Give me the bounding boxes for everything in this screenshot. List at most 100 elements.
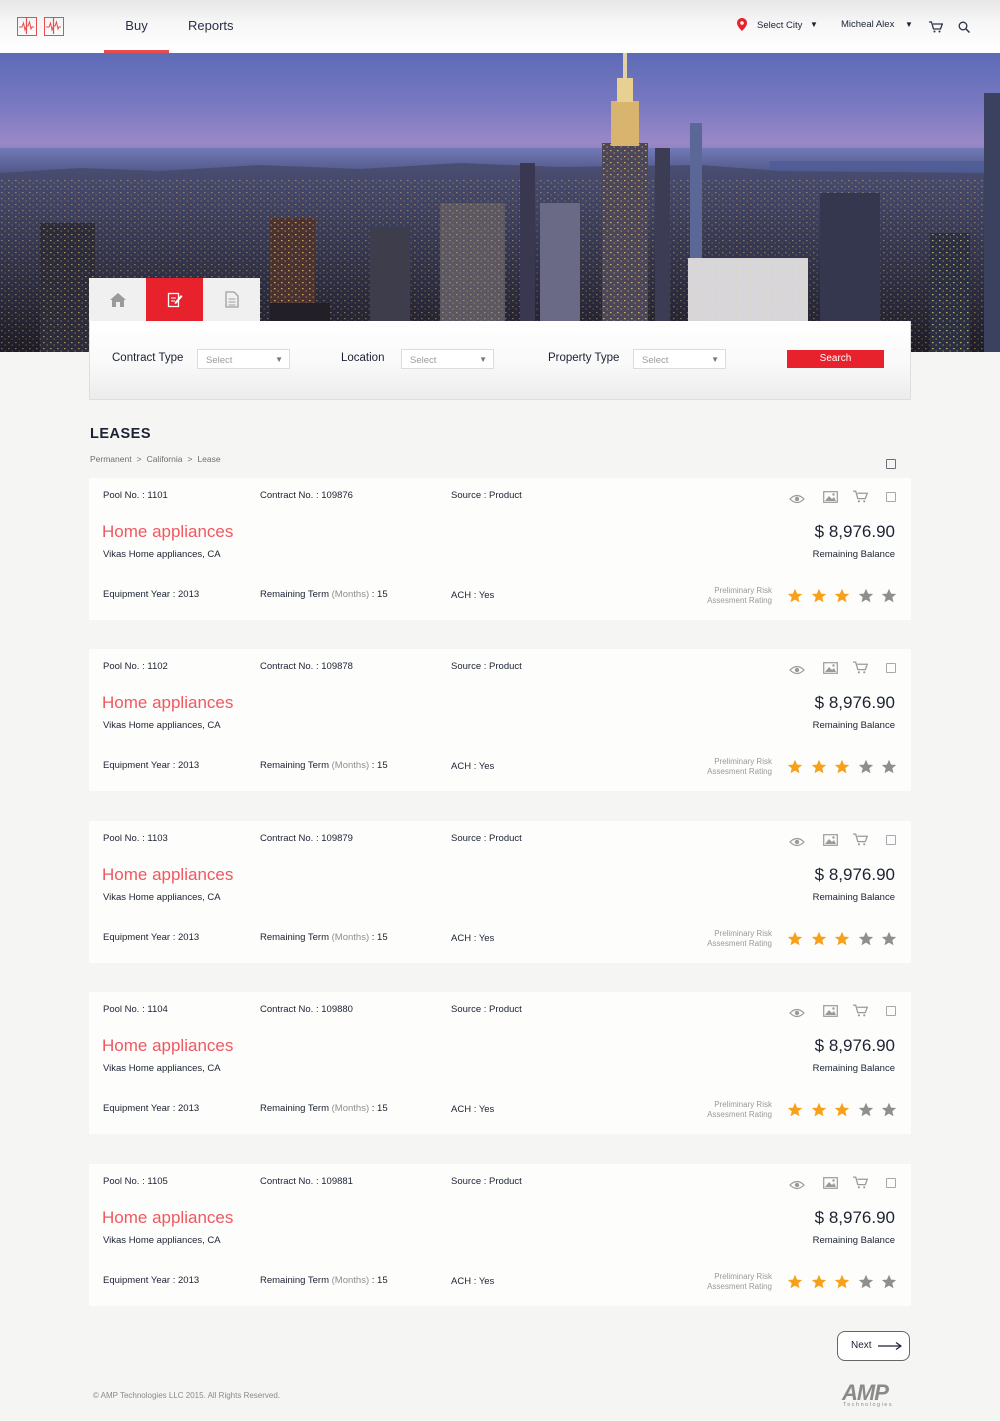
app-logo-icon[interactable] (44, 17, 64, 36)
rating-star-icon (834, 931, 850, 946)
cart-icon[interactable] (853, 661, 869, 679)
chevron-down-icon: ▼ (711, 355, 719, 364)
row-checkbox[interactable] (886, 492, 896, 502)
location-pin-icon[interactable] (737, 18, 747, 36)
property-type-select[interactable]: Select ▼ (633, 349, 726, 369)
lease-title[interactable]: Home appliances (102, 865, 233, 885)
equipment-year: Equipment Year : 2013 (103, 932, 199, 943)
pool-label: Pool No. : (103, 1176, 145, 1187)
eye-icon[interactable] (789, 1005, 805, 1023)
nav-reports[interactable]: Reports (188, 0, 234, 53)
image-icon[interactable] (823, 833, 838, 851)
contract-value: 109876 (321, 490, 353, 501)
risk-rating-label: Preliminary Risk Assesment Rating (707, 929, 772, 949)
ach-value: Yes (478, 1104, 495, 1115)
breadcrumb-item[interactable]: Lease (197, 454, 220, 464)
eye-icon[interactable] (789, 834, 805, 852)
cart-icon[interactable] (853, 490, 869, 508)
tab-home[interactable] (89, 278, 146, 321)
cart-icon[interactable] (853, 1004, 869, 1022)
image-icon[interactable] (823, 1176, 838, 1194)
lease-card[interactable]: Pool No. : 1103 Contract No. : 109879 Sour… (89, 821, 911, 963)
risk-label-line: Assesment Rating (707, 596, 772, 605)
eye-icon[interactable] (789, 491, 805, 509)
lease-location: Vikas Home appliances, CA (103, 1063, 221, 1074)
contract-label: Contract No. : (260, 490, 319, 501)
image-icon[interactable] (823, 661, 838, 679)
select-value: Select (642, 355, 669, 366)
equipment-year: Equipment Year : 2013 (103, 1103, 199, 1114)
search-icon[interactable] (958, 20, 971, 38)
risk-label-line: Assesment Rating (707, 1282, 772, 1291)
lease-card[interactable]: Pool No. : 1105 Contract No. : 109881 Sour… (89, 1164, 911, 1306)
rating-star-icon (787, 588, 803, 603)
lease-title[interactable]: Home appliances (102, 522, 233, 542)
contract-label: Contract No. : (260, 1004, 319, 1015)
location-select[interactable]: Select ▼ (401, 349, 494, 369)
tab-edit[interactable] (146, 278, 203, 321)
ach-label: ACH : (451, 590, 477, 601)
contract-number: Contract No. : 109881 (260, 1176, 353, 1187)
rating-star-icon (787, 1102, 803, 1117)
next-page-button[interactable]: Next (837, 1331, 910, 1361)
chevron-down-icon[interactable]: ▼ (905, 20, 913, 29)
chevron-down-icon[interactable]: ▼ (810, 20, 818, 29)
nav-buy[interactable]: Buy (104, 0, 169, 53)
ach-value: Yes (478, 933, 495, 944)
remaining-term: Remaining Term (Months) : 15 (260, 589, 388, 600)
lease-title[interactable]: Home appliances (102, 1208, 233, 1228)
row-checkbox[interactable] (886, 1178, 896, 1188)
contract-number: Contract No. : 109879 (260, 833, 353, 844)
breadcrumb-item[interactable]: Permanent (90, 454, 132, 464)
breadcrumb-separator: > (187, 454, 193, 464)
remaining-balance-amount: $ 8,976.90 (814, 865, 895, 884)
image-icon[interactable] (823, 490, 838, 508)
row-checkbox[interactable] (886, 663, 896, 673)
remaining-balance-label: Remaining Balance (812, 549, 895, 560)
ach-label: ACH : (451, 1276, 477, 1287)
company-logo-subtitle: Technologies (843, 1402, 894, 1408)
row-checkbox[interactable] (886, 835, 896, 845)
breadcrumb-item[interactable]: California (147, 454, 183, 464)
tab-document[interactable] (203, 278, 260, 321)
lease-title[interactable]: Home appliances (102, 693, 233, 713)
location-label: Location (341, 352, 385, 364)
cart-icon[interactable] (853, 833, 869, 851)
equipment-year-value: 2013 (178, 589, 200, 600)
breadcrumb: Permanent > California > Lease (90, 454, 221, 464)
contract-label: Contract No. : (260, 1176, 319, 1187)
remaining-balance-amount: $ 8,976.90 (814, 1036, 895, 1055)
chevron-down-icon: ▼ (275, 355, 283, 364)
pool-number: Pool No. : 1105 (103, 1176, 168, 1187)
breadcrumb-separator: > (136, 454, 142, 464)
source-label: Source : (451, 1176, 487, 1187)
remaining-balance-label: Remaining Balance (812, 892, 895, 903)
contract-number: Contract No. : 109880 (260, 1004, 353, 1015)
row-checkbox[interactable] (886, 1006, 896, 1016)
lease-card[interactable]: Pool No. : 1102 Contract No. : 109878 Sour… (89, 649, 911, 791)
lease-card[interactable]: Pool No. : 1101 Contract No. : 109876 Sour… (89, 478, 911, 620)
eye-icon[interactable] (789, 662, 805, 680)
image-icon[interactable] (823, 1004, 838, 1022)
select-all-checkbox[interactable] (886, 459, 896, 469)
pool-number: Pool No. : 1104 (103, 1004, 168, 1015)
ach-label: ACH : (451, 1104, 477, 1115)
lease-title[interactable]: Home appliances (102, 1036, 233, 1056)
contract-type-select[interactable]: Select ▼ (197, 349, 290, 369)
rating-star-icon (858, 759, 873, 774)
select-city-dropdown[interactable]: Select City (757, 20, 802, 31)
risk-label-line: Preliminary Risk (714, 757, 772, 766)
contract-number: Contract No. : 109878 (260, 661, 353, 672)
rating-star-icon (858, 1102, 873, 1117)
remaining-term-value: 15 (377, 589, 388, 600)
remaining-balance-amount: $ 8,976.90 (814, 693, 895, 712)
cart-icon[interactable] (853, 1176, 869, 1194)
eye-icon[interactable] (789, 1177, 805, 1195)
lease-card[interactable]: Pool No. : 1104 Contract No. : 109880 Sour… (89, 992, 911, 1134)
rating-star-icon (811, 931, 826, 946)
cart-icon[interactable] (929, 20, 944, 38)
equipment-year-label: Equipment Year : (103, 1103, 176, 1114)
user-name[interactable]: Micheal Alex (841, 19, 894, 30)
app-logo-icon[interactable] (17, 17, 37, 36)
search-button[interactable]: Search (787, 350, 884, 368)
